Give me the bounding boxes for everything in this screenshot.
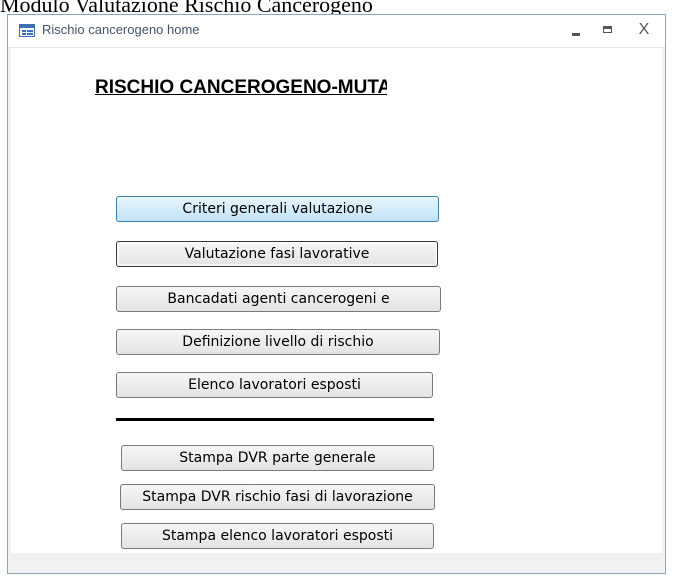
form-body: RISCHIO CANCEROGENO-MUTAGENO Criteri gen…: [11, 48, 662, 553]
maximize-button[interactable]: [595, 19, 621, 41]
separator-line: [116, 418, 434, 421]
minimize-icon: [572, 33, 580, 36]
stampa-elenco-button[interactable]: Stampa elenco lavoratori esposti: [121, 523, 434, 549]
window-title: Rischio cancerogeno home: [42, 22, 200, 37]
title-bar[interactable]: Rischio cancerogeno home X: [8, 15, 665, 48]
criteri-generali-button[interactable]: Criteri generali valutazione: [116, 196, 439, 222]
stampa-dvr-generale-button[interactable]: Stampa DVR parte generale: [121, 445, 434, 471]
bancadati-agenti-button[interactable]: Bancadati agenti cancerogeni e: [116, 286, 441, 312]
elenco-lavoratori-button[interactable]: Elenco lavoratori esposti: [116, 372, 433, 398]
form-heading: RISCHIO CANCEROGENO-MUTAGENO: [95, 77, 387, 98]
stampa-dvr-fasi-button[interactable]: Stampa DVR rischio fasi di lavorazione: [120, 484, 435, 510]
minimize-button[interactable]: [564, 19, 590, 41]
access-form-icon: [19, 24, 35, 37]
close-icon: X: [638, 21, 650, 38]
valutazione-fasi-button[interactable]: Valutazione fasi lavorative: [116, 241, 438, 267]
maximize-icon: [603, 26, 612, 33]
definizione-livello-button[interactable]: Definizione livello di rischio: [116, 329, 440, 355]
close-button[interactable]: X: [631, 19, 657, 41]
form-window: Rischio cancerogeno home X RISCHIO CANCE…: [7, 14, 666, 574]
